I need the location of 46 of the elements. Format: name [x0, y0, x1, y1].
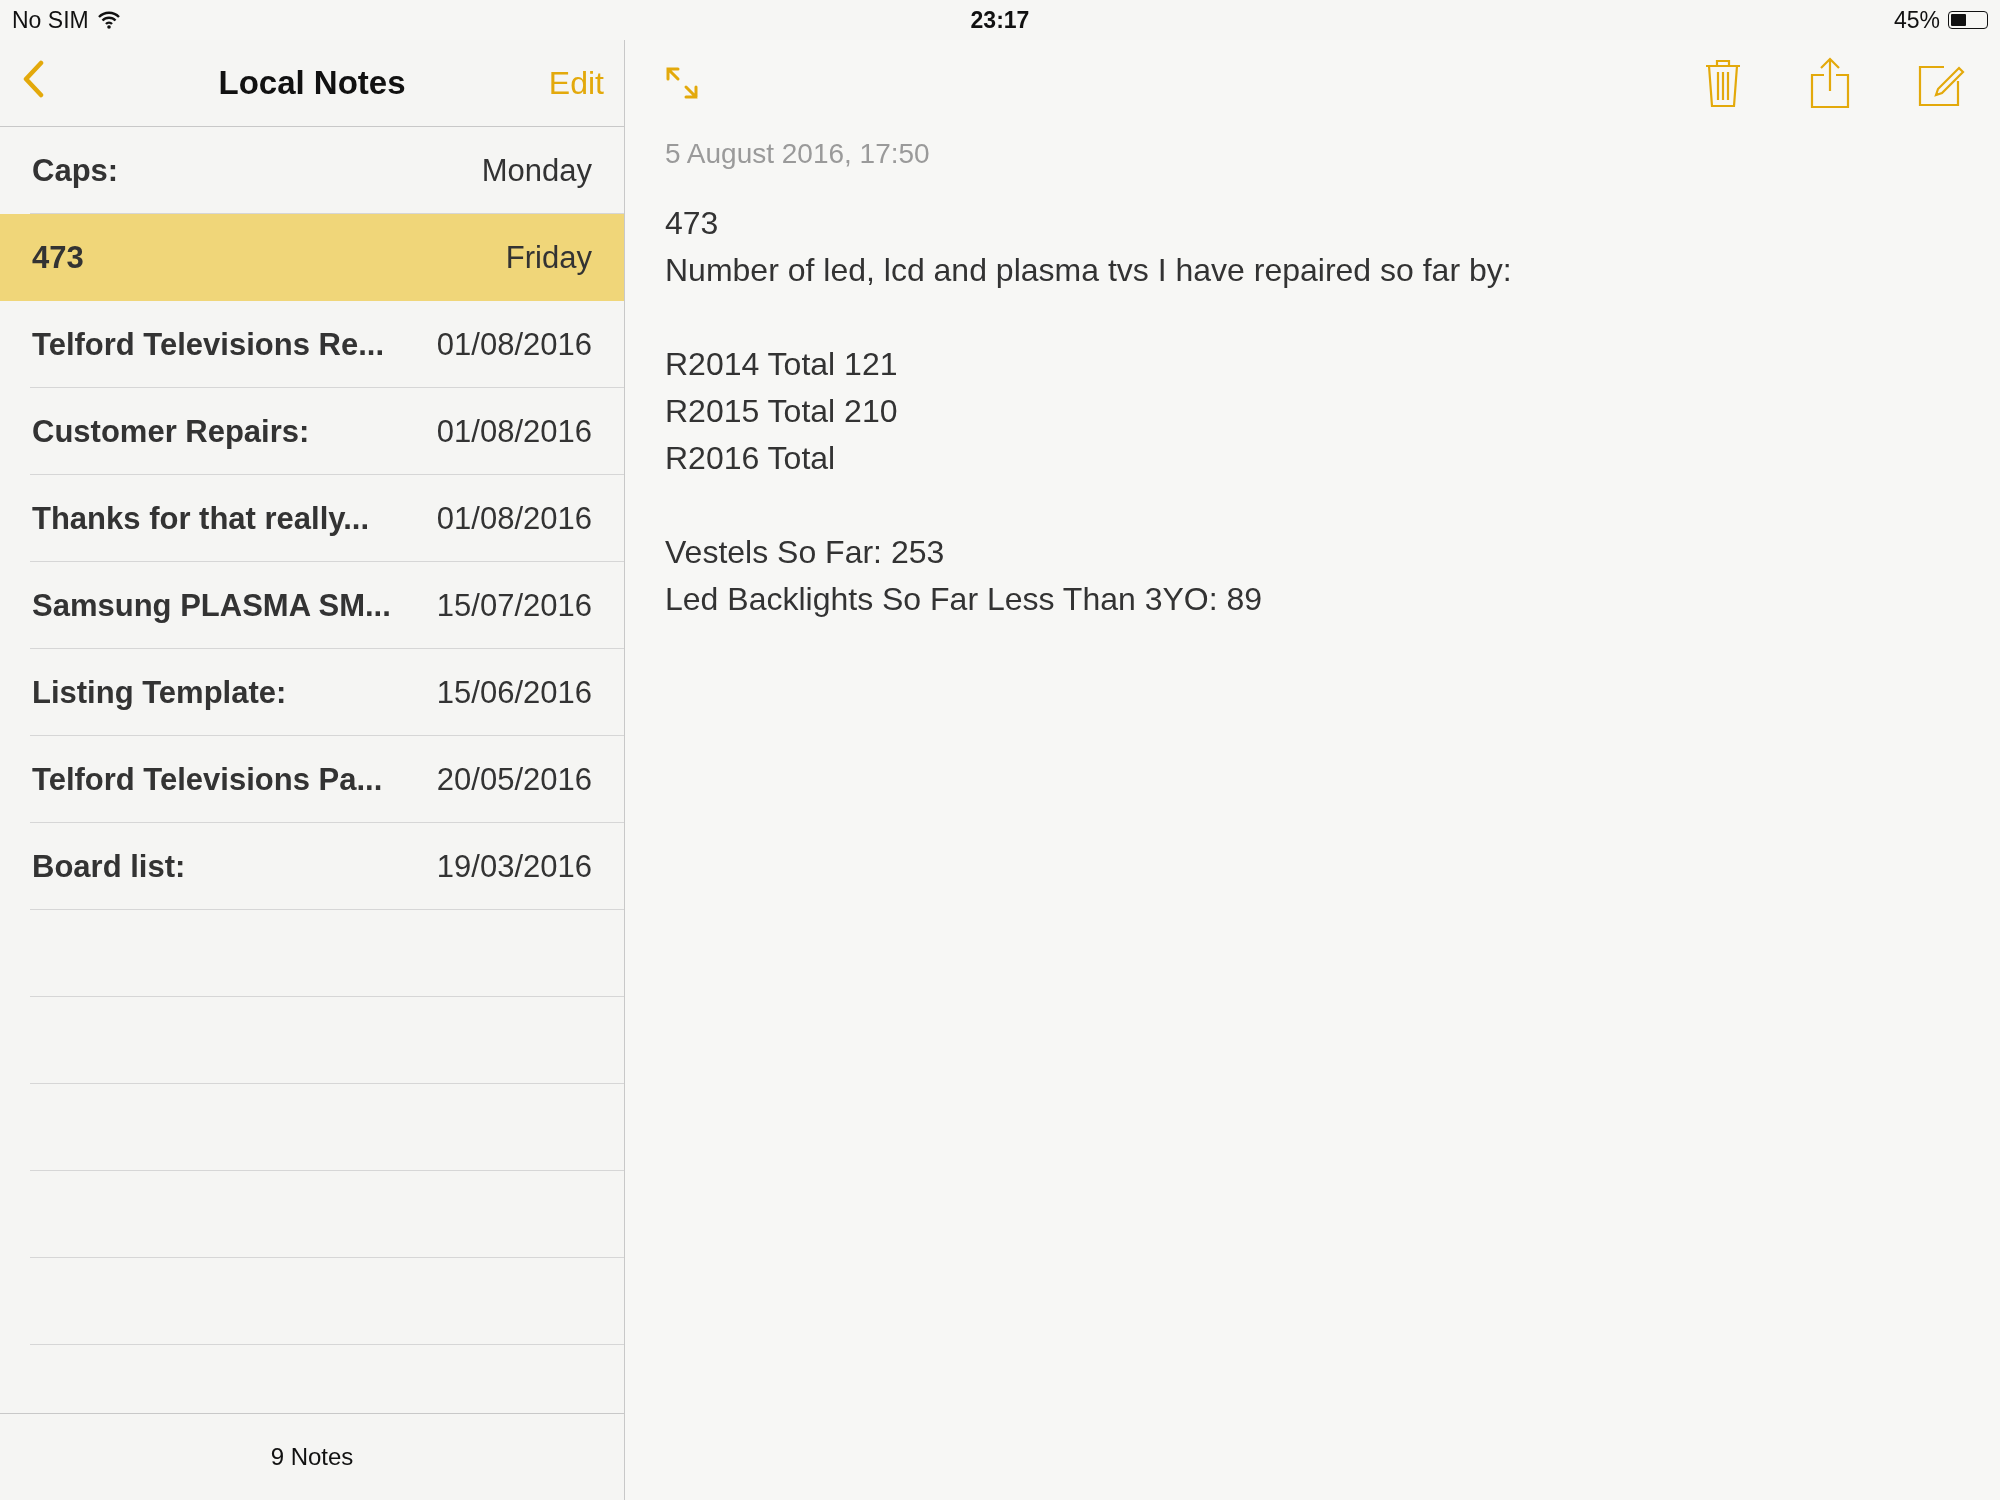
battery-icon — [1948, 11, 1988, 29]
note-text-line: 473 — [665, 204, 720, 243]
battery-percent: 45% — [1893, 6, 1940, 34]
share-icon — [1810, 57, 1850, 109]
note-date: Friday — [505, 239, 592, 276]
note-title: Telford Televisions Pa... — [32, 761, 383, 798]
note-list-item[interactable]: Telford Televisions Pa... 20/05/2016 — [0, 736, 624, 823]
note-title: Telford Televisions Re... — [32, 326, 384, 363]
note-title: Customer Repairs: — [32, 413, 310, 450]
note-date: 01/08/2016 — [436, 326, 592, 363]
note-text-line: R2015 Total 210 — [665, 392, 899, 431]
note-list-item[interactable]: Caps: Monday — [0, 127, 624, 214]
note-date: 01/08/2016 — [436, 500, 592, 537]
note-date: 01/08/2016 — [436, 413, 592, 450]
note-date: 15/07/2016 — [436, 587, 592, 624]
note-title: Board list: — [32, 848, 186, 885]
notes-count: 9 Notes — [270, 1443, 354, 1471]
note-list-item[interactable]: 473 Friday — [0, 214, 624, 301]
note-date: 15/06/2016 — [436, 674, 592, 711]
note-text-line: R2016 Total — [665, 439, 837, 478]
list-title: Local Notes — [218, 64, 406, 101]
note-title: Thanks for that really... — [32, 500, 370, 537]
note-list-item[interactable]: Samsung PLASMA SM... 15/07/2016 — [0, 562, 624, 649]
note-list-item[interactable]: Customer Repairs: 01/08/2016 — [0, 388, 624, 475]
note-list-item[interactable]: Board list: 19/03/2016 — [0, 823, 624, 910]
note-list-item[interactable]: Thanks for that really... 01/08/2016 — [0, 475, 624, 562]
note-title: 473 — [32, 239, 84, 276]
expand-arrows-icon — [665, 66, 699, 100]
note-text-line: Led Backlights So Far Less Than 3YO: 89 — [665, 580, 1264, 619]
note-text-line: Number of led, lcd and plasma tvs I have repaired so far by: — [665, 251, 1513, 290]
trash-icon — [1704, 58, 1742, 108]
note-timestamp: 5 August 2016, 17:50 — [665, 138, 930, 169]
carrier-label: No SIM — [12, 6, 89, 34]
note-date: 20/05/2016 — [436, 761, 592, 798]
note-text-line: R2014 Total 121 — [665, 345, 899, 384]
note-title: Samsung PLASMA SM... — [32, 587, 391, 624]
note-date: Monday — [481, 152, 592, 189]
note-text-line: Vestels So Far: 253 — [665, 533, 946, 572]
wifi-icon — [96, 11, 121, 29]
note-list-item[interactable]: Listing Template: 15/06/2016 — [0, 649, 624, 736]
note-date: 19/03/2016 — [436, 848, 592, 885]
back-chevron-icon — [22, 60, 44, 98]
note-title: Caps: — [32, 152, 119, 189]
note-list-item[interactable]: Telford Televisions Re... 01/08/2016 — [0, 301, 624, 388]
clock-time: 23:17 — [970, 6, 1030, 33]
note-title: Listing Template: — [32, 674, 287, 711]
